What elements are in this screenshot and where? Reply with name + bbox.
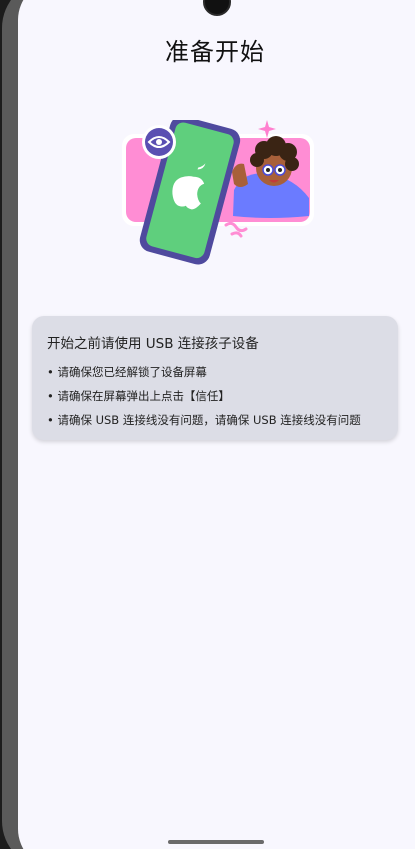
instructions-heading: 开始之前请使用 USB 连接孩子设备 [47,336,259,352]
connect-device-illustration [122,120,314,265]
app-screen: 准备开始 开始之前请使用 USB 连接孩子设备 • 请确保您已经解锁了设备屏幕 … [18,0,415,849]
usb-instructions-card: 开始之前请使用 USB 连接孩子设备 • 请确保您已经解锁了设备屏幕 • 请确保… [32,316,398,440]
instruction-item-cable: • 请确保 USB 连接线没有问题，请确保 USB 连接线没有问题 [47,413,361,427]
front-camera [203,0,231,16]
home-indicator[interactable] [168,840,264,844]
page-title: 准备开始 [165,38,265,66]
instruction-item-trust: • 请确保在屏幕弹出上点击【信任】 [47,389,230,403]
instruction-item-unlock: • 请确保您已经解锁了设备屏幕 [47,365,207,379]
eye-icon [142,125,176,159]
device-frame: 准备开始 开始之前请使用 USB 连接孩子设备 • 请确保您已经解锁了设备屏幕 … [0,0,415,849]
squiggle-icon-2 [230,231,243,238]
